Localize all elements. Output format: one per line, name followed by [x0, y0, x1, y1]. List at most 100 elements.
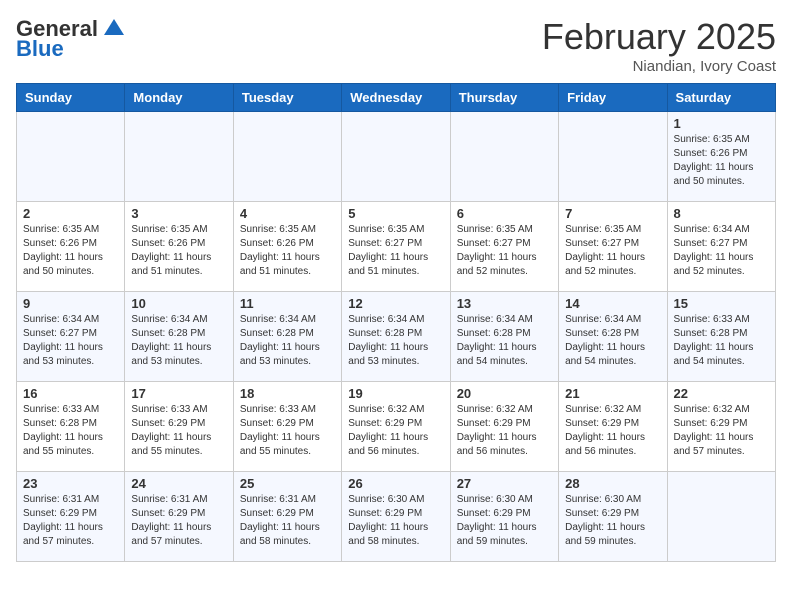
calendar-table: SundayMondayTuesdayWednesdayThursdayFrid… [16, 83, 776, 562]
calendar-cell [450, 112, 558, 202]
page-header: General Blue February 2025 Niandian, Ivo… [16, 16, 776, 75]
day-number: 4 [240, 206, 335, 221]
day-number: 9 [23, 296, 118, 311]
calendar-cell: 10 Sunrise: 6:34 AM Sunset: 6:28 PM Dayli… [125, 292, 233, 382]
day-number: 26 [348, 476, 443, 491]
calendar-cell: 6 Sunrise: 6:35 AM Sunset: 6:27 PM Daylig… [450, 202, 558, 292]
calendar-cell [667, 472, 775, 562]
day-number: 24 [131, 476, 226, 491]
day-info: Sunrise: 6:32 AM Sunset: 6:29 PM Dayligh… [457, 403, 552, 459]
calendar-cell: 24 Sunrise: 6:31 AM Sunset: 6:29 PM Dayli… [125, 472, 233, 562]
location-subtitle: Niandian, Ivory Coast [542, 58, 776, 75]
calendar-cell: 4 Sunrise: 6:35 AM Sunset: 6:26 PM Daylig… [233, 202, 341, 292]
day-info: Sunrise: 6:35 AM Sunset: 6:26 PM Dayligh… [240, 223, 335, 279]
calendar-header-row: SundayMondayTuesdayWednesdayThursdayFrid… [17, 84, 776, 112]
day-number: 2 [23, 206, 118, 221]
day-number: 6 [457, 206, 552, 221]
day-number: 5 [348, 206, 443, 221]
weekday-header-tuesday: Tuesday [233, 84, 341, 112]
calendar-cell: 16Sunrise: 6:33 AM Sunset: 6:28 PM Dayli… [17, 382, 125, 472]
day-number: 1 [674, 116, 769, 131]
day-number: 12 [348, 296, 443, 311]
calendar-cell: 22 Sunrise: 6:32 AM Sunset: 6:29 PM Dayli… [667, 382, 775, 472]
calendar-cell: 5 Sunrise: 6:35 AM Sunset: 6:27 PM Daylig… [342, 202, 450, 292]
calendar-cell: 2 Sunrise: 6:35 AM Sunset: 6:26 PM Daylig… [17, 202, 125, 292]
calendar-cell: 25 Sunrise: 6:31 AM Sunset: 6:29 PM Dayli… [233, 472, 341, 562]
calendar-week-row: 1 Sunrise: 6:35 AM Sunset: 6:26 PM Daylig… [17, 112, 776, 202]
calendar-cell: 18Sunrise: 6:33 AM Sunset: 6:29 PM Dayli… [233, 382, 341, 472]
calendar-week-row: 16Sunrise: 6:33 AM Sunset: 6:28 PM Dayli… [17, 382, 776, 472]
day-number: 3 [131, 206, 226, 221]
weekday-header-saturday: Saturday [667, 84, 775, 112]
day-number: 13 [457, 296, 552, 311]
day-info: Sunrise: 6:34 AM Sunset: 6:28 PM Dayligh… [348, 313, 443, 369]
calendar-cell: 9 Sunrise: 6:34 AM Sunset: 6:27 PM Daylig… [17, 292, 125, 382]
logo-blue-text: Blue [16, 36, 64, 62]
calendar-cell: 12 Sunrise: 6:34 AM Sunset: 6:28 PM Dayli… [342, 292, 450, 382]
calendar-cell [233, 112, 341, 202]
day-number: 8 [674, 206, 769, 221]
calendar-cell: 28Sunrise: 6:30 AM Sunset: 6:29 PM Dayli… [559, 472, 667, 562]
day-info: Sunrise: 6:34 AM Sunset: 6:28 PM Dayligh… [565, 313, 660, 369]
day-info: Sunrise: 6:34 AM Sunset: 6:27 PM Dayligh… [23, 313, 118, 369]
calendar-cell: 3 Sunrise: 6:35 AM Sunset: 6:26 PM Daylig… [125, 202, 233, 292]
day-info: Sunrise: 6:31 AM Sunset: 6:29 PM Dayligh… [23, 493, 118, 549]
calendar-cell [559, 112, 667, 202]
day-info: Sunrise: 6:34 AM Sunset: 6:28 PM Dayligh… [240, 313, 335, 369]
calendar-cell: 26 Sunrise: 6:30 AM Sunset: 6:29 PM Dayli… [342, 472, 450, 562]
weekday-header-friday: Friday [559, 84, 667, 112]
calendar-cell: 17 Sunrise: 6:33 AM Sunset: 6:29 PM Dayli… [125, 382, 233, 472]
logo-icon [102, 17, 126, 41]
day-info: Sunrise: 6:35 AM Sunset: 6:26 PM Dayligh… [674, 133, 769, 189]
day-number: 23 [23, 476, 118, 491]
day-info: Sunrise: 6:33 AM Sunset: 6:28 PM Dayligh… [674, 313, 769, 369]
day-info: Sunrise: 6:35 AM Sunset: 6:26 PM Dayligh… [131, 223, 226, 279]
weekday-header-thursday: Thursday [450, 84, 558, 112]
day-info: Sunrise: 6:33 AM Sunset: 6:29 PM Dayligh… [131, 403, 226, 459]
calendar-cell: 19 Sunrise: 6:32 AM Sunset: 6:29 PM Dayli… [342, 382, 450, 472]
day-info: Sunrise: 6:32 AM Sunset: 6:29 PM Dayligh… [674, 403, 769, 459]
day-info: Sunrise: 6:35 AM Sunset: 6:27 PM Dayligh… [565, 223, 660, 279]
day-info: Sunrise: 6:35 AM Sunset: 6:27 PM Dayligh… [348, 223, 443, 279]
day-info: Sunrise: 6:35 AM Sunset: 6:27 PM Dayligh… [457, 223, 552, 279]
weekday-header-monday: Monday [125, 84, 233, 112]
day-info: Sunrise: 6:32 AM Sunset: 6:29 PM Dayligh… [348, 403, 443, 459]
day-number: 28 [565, 476, 660, 491]
day-info: Sunrise: 6:34 AM Sunset: 6:28 PM Dayligh… [131, 313, 226, 369]
calendar-week-row: 9 Sunrise: 6:34 AM Sunset: 6:27 PM Daylig… [17, 292, 776, 382]
calendar-cell: 15Sunrise: 6:33 AM Sunset: 6:28 PM Dayli… [667, 292, 775, 382]
day-number: 25 [240, 476, 335, 491]
weekday-header-sunday: Sunday [17, 84, 125, 112]
day-info: Sunrise: 6:31 AM Sunset: 6:29 PM Dayligh… [131, 493, 226, 549]
day-number: 19 [348, 386, 443, 401]
calendar-cell [342, 112, 450, 202]
day-info: Sunrise: 6:33 AM Sunset: 6:29 PM Dayligh… [240, 403, 335, 459]
calendar-cell: 27Sunrise: 6:30 AM Sunset: 6:29 PM Dayli… [450, 472, 558, 562]
logo: General Blue [16, 16, 126, 62]
day-number: 11 [240, 296, 335, 311]
calendar-week-row: 2 Sunrise: 6:35 AM Sunset: 6:26 PM Daylig… [17, 202, 776, 292]
day-number: 17 [131, 386, 226, 401]
day-info: Sunrise: 6:30 AM Sunset: 6:29 PM Dayligh… [348, 493, 443, 549]
month-title: February 2025 [542, 16, 776, 58]
day-number: 20 [457, 386, 552, 401]
day-number: 7 [565, 206, 660, 221]
calendar-week-row: 23 Sunrise: 6:31 AM Sunset: 6:29 PM Dayli… [17, 472, 776, 562]
day-info: Sunrise: 6:32 AM Sunset: 6:29 PM Dayligh… [565, 403, 660, 459]
day-info: Sunrise: 6:31 AM Sunset: 6:29 PM Dayligh… [240, 493, 335, 549]
day-number: 10 [131, 296, 226, 311]
weekday-header-wednesday: Wednesday [342, 84, 450, 112]
calendar-cell [17, 112, 125, 202]
calendar-cell: 20 Sunrise: 6:32 AM Sunset: 6:29 PM Dayli… [450, 382, 558, 472]
day-number: 16 [23, 386, 118, 401]
calendar-cell: 8Sunrise: 6:34 AM Sunset: 6:27 PM Daylig… [667, 202, 775, 292]
calendar-cell [125, 112, 233, 202]
calendar-cell: 1 Sunrise: 6:35 AM Sunset: 6:26 PM Daylig… [667, 112, 775, 202]
day-number: 22 [674, 386, 769, 401]
calendar-cell: 23 Sunrise: 6:31 AM Sunset: 6:29 PM Dayli… [17, 472, 125, 562]
day-info: Sunrise: 6:35 AM Sunset: 6:26 PM Dayligh… [23, 223, 118, 279]
title-area: February 2025 Niandian, Ivory Coast [542, 16, 776, 75]
calendar-cell: 13 Sunrise: 6:34 AM Sunset: 6:28 PM Dayli… [450, 292, 558, 382]
day-info: Sunrise: 6:34 AM Sunset: 6:28 PM Dayligh… [457, 313, 552, 369]
calendar-cell: 11 Sunrise: 6:34 AM Sunset: 6:28 PM Dayli… [233, 292, 341, 382]
